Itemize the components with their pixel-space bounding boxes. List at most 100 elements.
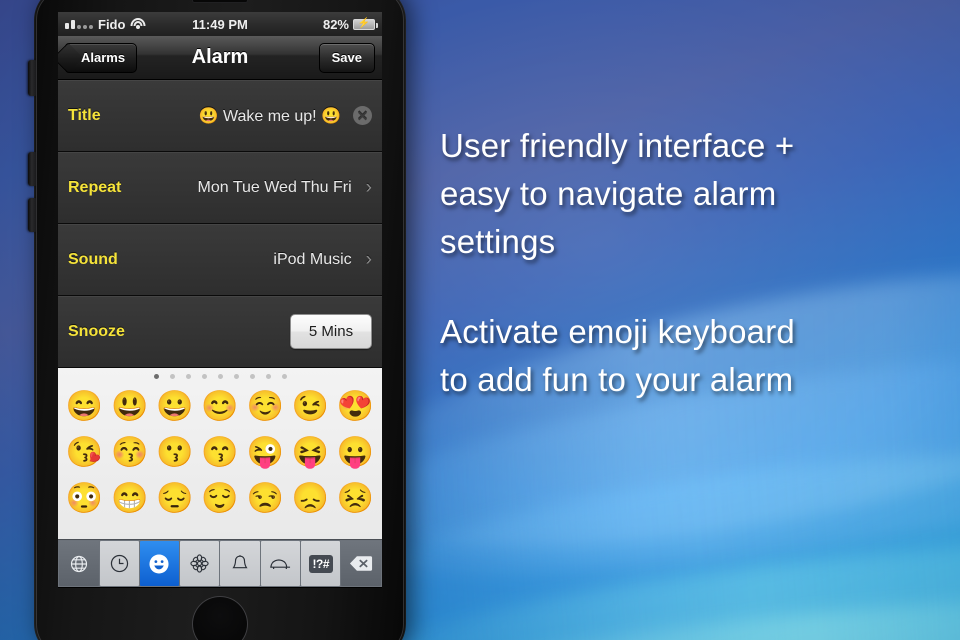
settings-row-snooze-label: Snooze — [68, 322, 125, 340]
car-icon — [269, 555, 292, 573]
carrier-label: Fido — [98, 16, 126, 32]
marketing-line-1: User friendly interface + — [440, 127, 795, 164]
emoji-key[interactable]: 😀 — [152, 384, 197, 430]
settings-row-repeat[interactable]: Repeat Mon Tue Wed Thu Fri › — [58, 152, 382, 224]
sound-value-text: iPod Music — [273, 250, 352, 268]
emoji-key[interactable]: 😄 — [62, 384, 107, 430]
smiley-icon — [148, 553, 170, 575]
wallpaper-swoosh-4 — [324, 510, 960, 640]
settings-row-repeat-value: Mon Tue Wed Thu Fri › — [198, 178, 372, 197]
settings-row-sound[interactable]: Sound iPod Music › — [58, 224, 382, 296]
alarm-settings-list: Title 😃 Wake me up! 😃 ✕ Repeat Mon Tue W… — [58, 80, 382, 368]
emoji-key[interactable]: 😁 — [107, 476, 152, 522]
emoji-page-indicator[interactable] — [58, 368, 382, 384]
delete-key[interactable] — [341, 541, 382, 586]
emoji-key[interactable]: 😗 — [152, 430, 197, 476]
chevron-right-icon: › — [365, 177, 372, 198]
navigation-bar: Alarms Alarm Save — [58, 36, 382, 80]
bell-icon — [230, 553, 250, 574]
emoji-key[interactable]: 😔 — [152, 476, 197, 522]
marketing-line-2: easy to navigate alarm — [440, 175, 777, 212]
signal-strength-icon — [65, 19, 93, 29]
snooze-duration-label: 5 Mins — [308, 323, 354, 340]
emoji-page-dot[interactable] — [265, 373, 271, 379]
emoji-grid: 😄 😃 😀 😊 ☺️ 😉 😍 😘 😚 😗 😙 😜 😝 😛 😳 😁 😔 😌 😒 😞 😣 — [58, 384, 382, 522]
chevron-right-icon: › — [365, 249, 372, 270]
title-text-field-value[interactable]: 😃 Wake me up! 😃 — [199, 106, 341, 126]
emoji-key[interactable]: 😃 — [107, 384, 152, 430]
globe-key[interactable] — [58, 541, 99, 586]
marketing-line-3: settings — [440, 223, 556, 260]
symbols-key[interactable]: !?# — [301, 541, 341, 586]
objects-key[interactable] — [220, 541, 260, 586]
emoji-key[interactable]: 😚 — [107, 430, 152, 476]
emoji-key[interactable]: 😉 — [288, 384, 333, 430]
settings-row-title-label: Title — [68, 106, 101, 124]
settings-row-sound-label: Sound — [68, 250, 118, 268]
marketing-copy-block-1: User friendly interface + easy to naviga… — [440, 122, 950, 266]
emoji-page-dot[interactable] — [281, 373, 287, 379]
emoji-key[interactable]: 😍 — [333, 384, 378, 430]
volume-up-button[interactable] — [28, 152, 36, 186]
marketing-copy-block-2: Activate emoji keyboard to add fun to yo… — [440, 308, 950, 404]
flower-icon — [189, 553, 210, 574]
battery-percent-label: 82% — [322, 16, 349, 32]
status-bar-left: Fido — [65, 16, 146, 32]
emoji-key[interactable]: 😣 — [333, 476, 378, 522]
repeat-value-text: Mon Tue Wed Thu Fri — [197, 178, 352, 196]
emoji-page-dot[interactable] — [153, 373, 159, 379]
settings-row-repeat-label: Repeat — [68, 178, 122, 196]
wallpaper-swoosh-5 — [376, 572, 960, 640]
emoji-category-toolbar: !?# — [58, 539, 382, 587]
emoji-page-dot[interactable] — [233, 373, 239, 379]
recent-key[interactable] — [99, 541, 139, 586]
nature-key[interactable] — [180, 541, 220, 586]
snooze-duration-button[interactable]: 5 Mins — [290, 314, 372, 349]
emoji-key[interactable]: 😛 — [333, 430, 378, 476]
emoji-key[interactable]: 😞 — [288, 476, 333, 522]
emoji-key[interactable]: 😝 — [288, 430, 333, 476]
emoji-key[interactable]: 😜 — [243, 430, 288, 476]
mute-switch-button[interactable] — [28, 60, 36, 96]
settings-row-title-value: 😃 Wake me up! 😃 ✕ — [199, 106, 372, 126]
emoji-key[interactable]: 😳 — [62, 476, 107, 522]
emoji-key[interactable]: 😙 — [197, 430, 242, 476]
save-button[interactable]: Save — [318, 42, 375, 73]
clear-text-icon[interactable]: ✕ — [353, 106, 372, 125]
wifi-icon — [130, 18, 146, 30]
home-button[interactable] — [192, 596, 248, 640]
emoji-page-dot[interactable] — [217, 373, 223, 379]
smileys-key[interactable] — [139, 541, 180, 586]
emoji-key[interactable]: 😊 — [197, 384, 242, 430]
status-bar-right: 82% ⚡ — [322, 16, 378, 32]
save-button-label: Save — [331, 50, 362, 65]
back-button-label: Alarms — [81, 50, 126, 65]
battery-charging-icon: ⚡ — [353, 18, 378, 30]
globe-icon — [69, 554, 89, 574]
volume-down-button[interactable] — [28, 198, 36, 232]
marketing-copy: User friendly interface + easy to naviga… — [440, 122, 950, 404]
emoji-page-dot[interactable] — [201, 373, 207, 379]
marketing-line-4: Activate emoji keyboard — [440, 313, 795, 350]
marketing-line-5: to add fun to your alarm — [440, 361, 794, 398]
backspace-icon — [349, 555, 373, 572]
phone-screen: Fido 11:49 PM 82% ⚡ Alarms Alarm Save Ti… — [58, 12, 382, 588]
settings-row-snooze: Snooze 5 Mins — [58, 296, 382, 368]
iphone-device-frame: Fido 11:49 PM 82% ⚡ Alarms Alarm Save Ti… — [28, 0, 406, 640]
status-bar: Fido 11:49 PM 82% ⚡ — [58, 12, 382, 36]
emoji-key[interactable]: ☺️ — [243, 384, 288, 430]
punctuation-icon: !?# — [308, 554, 334, 573]
settings-row-title[interactable]: Title 😃 Wake me up! 😃 ✕ — [58, 80, 382, 152]
emoji-page-dot[interactable] — [185, 373, 191, 379]
emoji-key[interactable]: 😘 — [62, 430, 107, 476]
emoji-page-dot[interactable] — [169, 373, 175, 379]
places-key[interactable] — [260, 541, 301, 586]
emoji-page-dot[interactable] — [249, 373, 255, 379]
emoji-keyboard: 😄 😃 😀 😊 ☺️ 😉 😍 😘 😚 😗 😙 😜 😝 😛 😳 😁 😔 😌 😒 😞 😣 — [58, 368, 382, 539]
earpiece-speaker — [192, 0, 248, 3]
screenshot-canvas: User friendly interface + easy to naviga… — [0, 0, 960, 640]
back-button-alarms[interactable]: Alarms — [65, 42, 138, 73]
emoji-key[interactable]: 😌 — [197, 476, 242, 522]
settings-row-sound-value: iPod Music › — [273, 250, 372, 269]
emoji-key[interactable]: 😒 — [243, 476, 288, 522]
